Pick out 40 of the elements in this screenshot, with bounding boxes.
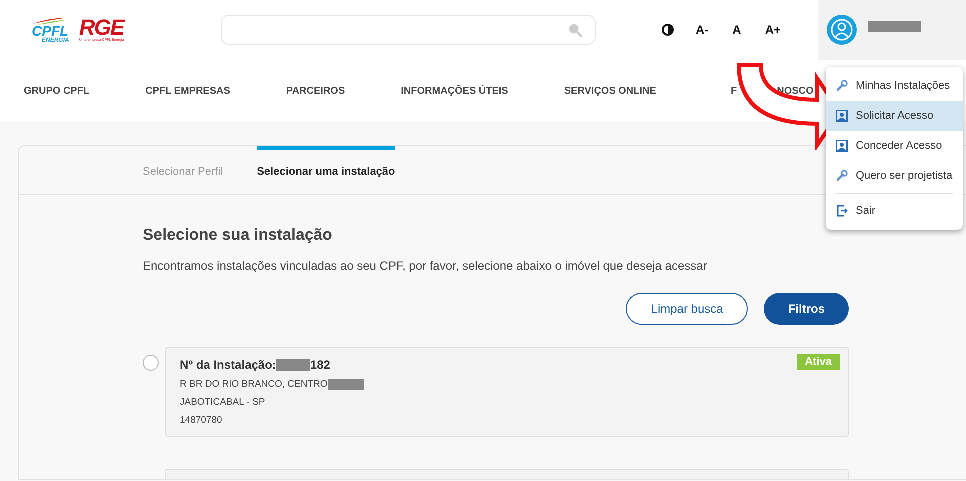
font-size-button[interactable]: A- [694, 23, 711, 37]
nav-link[interactable]: SERVIÇOS ONLINE [564, 86, 656, 96]
wrench-icon [836, 80, 848, 92]
installation-card[interactable]: Nº da Instalação: 182 R BR DO RIO BRANCO, CENTRO JABOTICABAL - SP 14870780 Ativa [165, 347, 849, 437]
menu-item[interactable]: Quero ser projetista [826, 161, 963, 191]
avatar-icon[interactable] [826, 14, 858, 46]
clear-search-button[interactable]: Limpar busca [626, 293, 748, 325]
section-heading: Selecione sua instalação [143, 227, 334, 245]
status-badge: Ativa [797, 354, 840, 370]
nav-link[interactable]: INFORMAÇÕES ÚTEIS [401, 86, 508, 96]
menu-item[interactable]: Solicitar Acesso [826, 101, 963, 131]
menu-item[interactable]: Sair [826, 196, 963, 226]
installation-number: 182 [310, 358, 330, 372]
radio-button[interactable] [143, 355, 159, 371]
intro-text: Encontramos instalações vinculadas ao seu CPF, por favor, selecione abaixo o imóvel que deseja acessar [143, 259, 708, 273]
font-size-button[interactable]: A [730, 23, 744, 37]
logo-text: RGE [79, 18, 124, 38]
filters-button[interactable]: Filtros [764, 293, 849, 325]
wrench-icon [836, 170, 848, 182]
search-icon[interactable] [568, 22, 583, 38]
search-field[interactable] [221, 15, 596, 45]
font-size-button[interactable]: A+ [763, 23, 784, 37]
nav-link[interactable]: CPFL EMPRESAS [146, 86, 230, 96]
contact-card-icon [836, 140, 848, 152]
city-text: JABOTICABAL - SP [180, 397, 266, 408]
nav-link[interactable]: GRUPO CPFL [24, 86, 90, 96]
nav-link-text[interactable]: F [731, 86, 738, 96]
menu-item[interactable]: Minhas Instalações [826, 71, 963, 101]
contact-card-icon [836, 110, 848, 122]
menu-item[interactable]: Conceder Acesso [826, 131, 963, 161]
nav-link-text[interactable]: NOSCO [777, 86, 814, 96]
nav-link[interactable]: PARCEIROS [286, 86, 346, 96]
postal-code: 14870780 [180, 415, 222, 426]
user-menu-button[interactable] [818, 0, 966, 60]
installation-label: Nº da Instalação: [180, 358, 276, 372]
address-text: R BR DO RIO BRANCO, CENTRO [180, 379, 328, 390]
logo-text: CPFL [32, 24, 69, 38]
exit-icon [836, 205, 848, 217]
contrast-icon[interactable] [662, 24, 674, 36]
step-tab[interactable]: Selecionar uma instalação [257, 146, 396, 194]
